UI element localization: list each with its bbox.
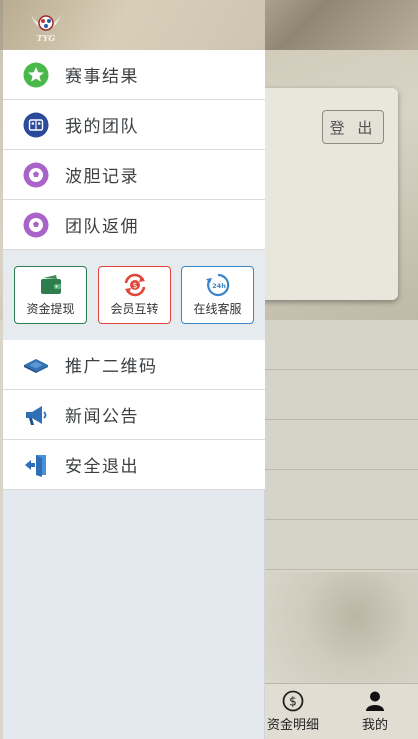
menu-item-news[interactable]: 新闻公告 bbox=[3, 390, 265, 440]
svg-text:$: $ bbox=[289, 695, 297, 709]
bg-list-row bbox=[250, 320, 418, 370]
menu-label: 我的团队 bbox=[65, 117, 139, 137]
drawer-menu-top: 赛事结果 我的团队 波胆记录 团队返佣 bbox=[3, 50, 265, 250]
logout-button[interactable]: 登 出 bbox=[322, 110, 384, 144]
quick-label: 资金提现 bbox=[26, 302, 75, 316]
tyg-logo: TYG bbox=[31, 14, 61, 43]
menu-item-logout[interactable]: 安全退出 bbox=[3, 440, 265, 490]
nav-label: 资金明细 bbox=[266, 718, 319, 733]
side-drawer: TYG 赛事结果 我的团队 波胆记录 团队返佣 资金提现 $ 会员互转 24h … bbox=[3, 0, 265, 739]
menu-item-match-results[interactable]: 赛事结果 bbox=[3, 50, 265, 100]
menu-label: 波胆记录 bbox=[65, 167, 139, 187]
bg-list-row bbox=[250, 420, 418, 470]
nav-my[interactable]: 我的 bbox=[340, 690, 410, 733]
quick-actions-panel: 资金提现 $ 会员互转 24h 在线客服 bbox=[3, 250, 265, 340]
user-icon bbox=[366, 691, 384, 711]
nav-fund-details[interactable]: $ 资金明细 bbox=[258, 690, 328, 733]
bg-list-row bbox=[250, 370, 418, 420]
bottom-nav: $ 资金明细 我的 bbox=[250, 683, 418, 739]
logo-text: TYG bbox=[37, 33, 56, 43]
member-transfer-button[interactable]: $ 会员互转 bbox=[98, 266, 171, 324]
menu-item-team-rebate[interactable]: 团队返佣 bbox=[3, 200, 265, 250]
menu-label: 推广二维码 bbox=[65, 357, 158, 377]
menu-item-score-bet-records[interactable]: 波胆记录 bbox=[3, 150, 265, 200]
svg-text:$: $ bbox=[132, 281, 137, 290]
menu-item-my-team[interactable]: 我的团队 bbox=[3, 100, 265, 150]
wallet-icon bbox=[40, 275, 61, 294]
soccer-ball-icon bbox=[23, 162, 49, 187]
soccer-ball-icon bbox=[23, 212, 49, 237]
menu-item-promo-qrcode[interactable]: 推广二维码 bbox=[3, 340, 265, 390]
svg-text:24h: 24h bbox=[212, 282, 226, 290]
transfer-icon: $ bbox=[124, 273, 145, 297]
exit-icon bbox=[25, 454, 46, 477]
withdraw-button[interactable]: 资金提现 bbox=[14, 266, 87, 324]
drawer-header: TYG bbox=[3, 0, 265, 50]
bg-soccer-ball-image bbox=[262, 572, 418, 682]
drawer-menu-bottom: 推广二维码 新闻公告 安全退出 bbox=[3, 340, 265, 490]
team-icon bbox=[23, 112, 49, 137]
qr-card-icon bbox=[24, 358, 48, 373]
menu-label: 新闻公告 bbox=[65, 407, 139, 427]
menu-label: 团队返佣 bbox=[65, 217, 139, 237]
bg-list-row bbox=[250, 470, 418, 520]
megaphone-icon bbox=[26, 405, 47, 425]
quick-label: 会员互转 bbox=[110, 302, 159, 316]
menu-label: 安全退出 bbox=[65, 457, 139, 477]
star-icon bbox=[23, 62, 49, 87]
support-24h-icon: 24h bbox=[205, 273, 229, 297]
menu-label: 赛事结果 bbox=[65, 67, 139, 87]
quick-label: 在线客服 bbox=[193, 302, 242, 316]
online-support-button[interactable]: 24h 在线客服 bbox=[181, 266, 254, 324]
nav-label: 我的 bbox=[361, 718, 388, 733]
bg-list-row bbox=[250, 520, 418, 570]
dollar-icon: $ bbox=[282, 690, 304, 712]
